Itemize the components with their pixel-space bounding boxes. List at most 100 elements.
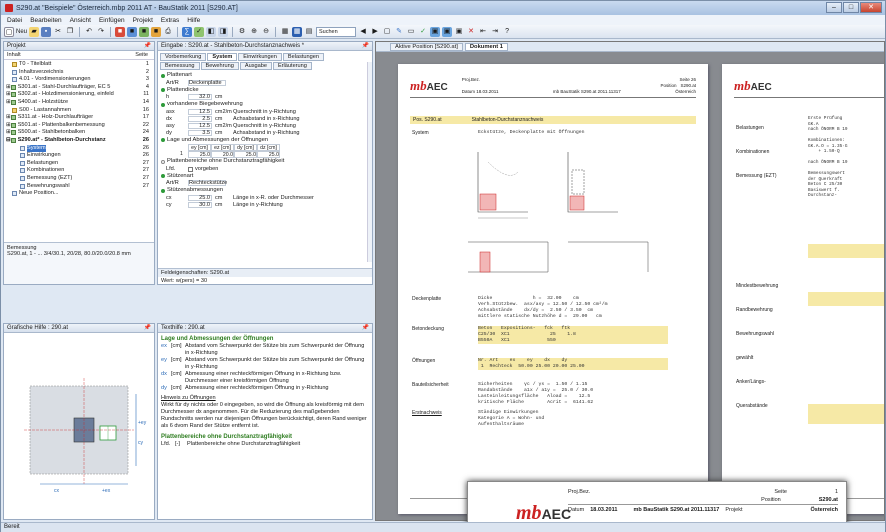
menu-projekt[interactable]: Projekt [133,17,153,24]
tab-dokument[interactable]: Dokument 1 [464,43,509,51]
tab-vorbemerkung[interactable]: Vorbemerkung [160,53,207,61]
tree-item[interactable]: Neue Position... [6,190,152,198]
new-button-label[interactable]: Neu [16,29,27,35]
tab-bewehrung[interactable]: Bewehrung [200,62,239,70]
tree-item[interactable]: System 26 [6,144,152,153]
next-icon[interactable]: ▶ [370,27,380,37]
tab-erlaeuterung[interactable]: Erläuterung [272,62,312,70]
asy-input[interactable]: 12.5 [188,122,212,129]
tree-item[interactable]: ⊞ S400.at - Holzstütze 14 [6,99,152,107]
tree-item-selected[interactable]: ⊟ S290.at* - Stahlbeton-Durchstanz 26 [6,137,152,145]
col-seite[interactable]: Seite [135,52,151,58]
dy-input[interactable]: 3.5 [188,129,212,136]
tree-item[interactable]: Inhaltsverzeichnis 2 [6,69,152,77]
check-icon[interactable]: ✓ [194,26,205,37]
view-icon[interactable]: ◧ [206,26,217,37]
plattenart-select[interactable]: Deckenplatte [188,79,226,86]
chart-icon[interactable]: ■ [139,26,150,37]
menu-bearbeiten[interactable]: Bearbeiten [30,17,61,24]
section-biegebewehrung[interactable]: vorhandene Biegebewehrung [158,101,372,109]
arrow-left-icon[interactable]: ⇤ [478,27,488,37]
section-stuetzenabmessungen[interactable]: Stützenabmessungen [158,187,372,195]
new-icon[interactable]: ▢ [4,26,14,37]
position-icon[interactable]: ■ [115,26,126,37]
copy-icon[interactable]: ❐ [65,27,75,37]
section-plattenbereiche[interactable]: Plattenbereiche ohne Durchstanztragfähig… [158,158,372,166]
tree-item[interactable]: ⊞ S500.at - Stahlbetonbalken 24 [6,129,152,137]
tab-bemessung[interactable]: Bemessung [160,62,200,70]
table-row[interactable]: 1 25.0 20.0 25.0 25.0 [158,151,372,158]
img2-icon[interactable]: ▣ [442,26,453,37]
pin-icon[interactable]: 📌 [144,324,151,332]
zoom-out-icon[interactable]: ⊖ [261,27,271,37]
maximize-button[interactable]: □ [843,2,859,13]
document-icon[interactable]: ■ [127,26,138,37]
img3-icon[interactable]: ▣ [454,27,464,37]
grid2-icon[interactable]: ▦ [292,26,303,37]
minimize-button[interactable]: – [826,2,842,13]
rect-icon[interactable]: ▭ [406,27,416,37]
menu-datei[interactable]: Datei [7,17,22,24]
tab-active-position[interactable]: Aktive Position [S290.at] [390,43,463,51]
vorgeben-checkbox[interactable] [188,166,193,172]
asx-input[interactable]: 12.5 [188,108,212,115]
tree-item[interactable]: Bewehrungswahl 27 [6,183,152,191]
print-icon[interactable]: ⎙ [163,27,173,37]
menu-einfuegen[interactable]: Einfügen [99,17,125,24]
close-button[interactable]: ✕ [860,2,882,13]
pin-icon[interactable]: 📌 [144,42,151,50]
tab-system[interactable]: System [207,53,238,61]
tree-item[interactable]: Einwirkungen 26 [6,152,152,160]
grid3-icon[interactable]: ▤ [304,27,314,37]
dx-input[interactable]: 2.5 [188,115,212,122]
tree-item[interactable]: ⊞ S501.at - Plattenbalkenbemessung 22 [6,122,152,130]
doc-new-icon[interactable]: ▢ [382,27,392,37]
tree-item[interactable]: Bemessung (EZT) 27 [6,175,152,183]
open-icon[interactable]: ▰ [29,26,40,37]
settings-icon[interactable]: ⚙ [237,27,247,37]
delete-icon[interactable]: ✕ [466,27,476,37]
pin-icon[interactable]: 📌 [362,42,369,50]
section-stuetzenart[interactable]: Stützenart [158,173,372,181]
menu-extras[interactable]: Extras [161,17,179,24]
tab-einwirkungen[interactable]: Einwirkungen [238,53,282,61]
tree-item[interactable]: T0 - Titelblatt 1 [6,61,152,69]
tab-belastungen[interactable]: Belastungen [282,53,324,61]
menu-ansicht[interactable]: Ansicht [70,17,91,24]
help-icon[interactable]: ? [502,27,512,37]
stuetzenart-select[interactable]: Rechteckstütze [188,180,227,186]
img-icon[interactable]: ▣ [430,26,441,37]
undo-icon[interactable]: ↶ [84,27,94,37]
tree-item[interactable]: 4.01 - Vordimensionierungen 3 [6,76,152,84]
cut-icon[interactable]: ✂ [53,27,63,37]
input-scrollbar[interactable] [367,62,372,262]
tree-item[interactable]: ⊞ S301.at - Stahl-Durchlaufträger, EC 54 [6,84,152,92]
calc-icon[interactable]: ∑ [182,26,193,37]
pin-icon[interactable]: 📌 [362,324,369,332]
menu-hilfe[interactable]: Hilfe [187,17,200,24]
col-inhalt[interactable]: Inhalt [7,52,21,58]
tree-item[interactable]: ⊞ S311.at - Holz-Durchlaufträger 17 [6,114,152,122]
layout-icon[interactable]: ◨ [218,26,229,37]
table-icon[interactable]: ■ [151,26,162,37]
redo-icon[interactable]: ↷ [96,27,106,37]
tree-item[interactable]: ⊞ S302.at - Holzdimensionierung, einfeld 1… [6,91,152,99]
check2-icon[interactable]: ✓ [418,27,428,37]
tree-item[interactable]: Belastungen 27 [6,160,152,168]
section-plattenart[interactable]: Plattenart [158,72,372,80]
cx-input[interactable]: 25.0 [188,194,212,201]
prev-icon[interactable]: ◀ [358,27,368,37]
save-icon[interactable]: ▪ [41,26,52,37]
cy-input[interactable]: 30.0 [188,201,212,208]
search-combo[interactable]: Suchen [316,26,357,37]
section-oeffnungen[interactable]: Lage und Abmessungen der Öffnungen [158,137,372,145]
pencil-icon[interactable]: ✎ [394,27,404,37]
arrow-right-icon[interactable]: ⇥ [490,27,500,37]
tree-item[interactable]: Kombinationen 27 [6,167,152,175]
section-plattendicke[interactable]: Plattendicke [158,87,372,95]
h-input[interactable]: 32.0 [188,94,212,100]
tab-ausgabe[interactable]: Ausgabe [239,62,272,70]
tree-item[interactable]: S00 - Lastannahmen 16 [6,107,152,115]
grid-icon[interactable]: ▦ [280,27,290,37]
zoom-in-icon[interactable]: ⊕ [249,27,259,37]
